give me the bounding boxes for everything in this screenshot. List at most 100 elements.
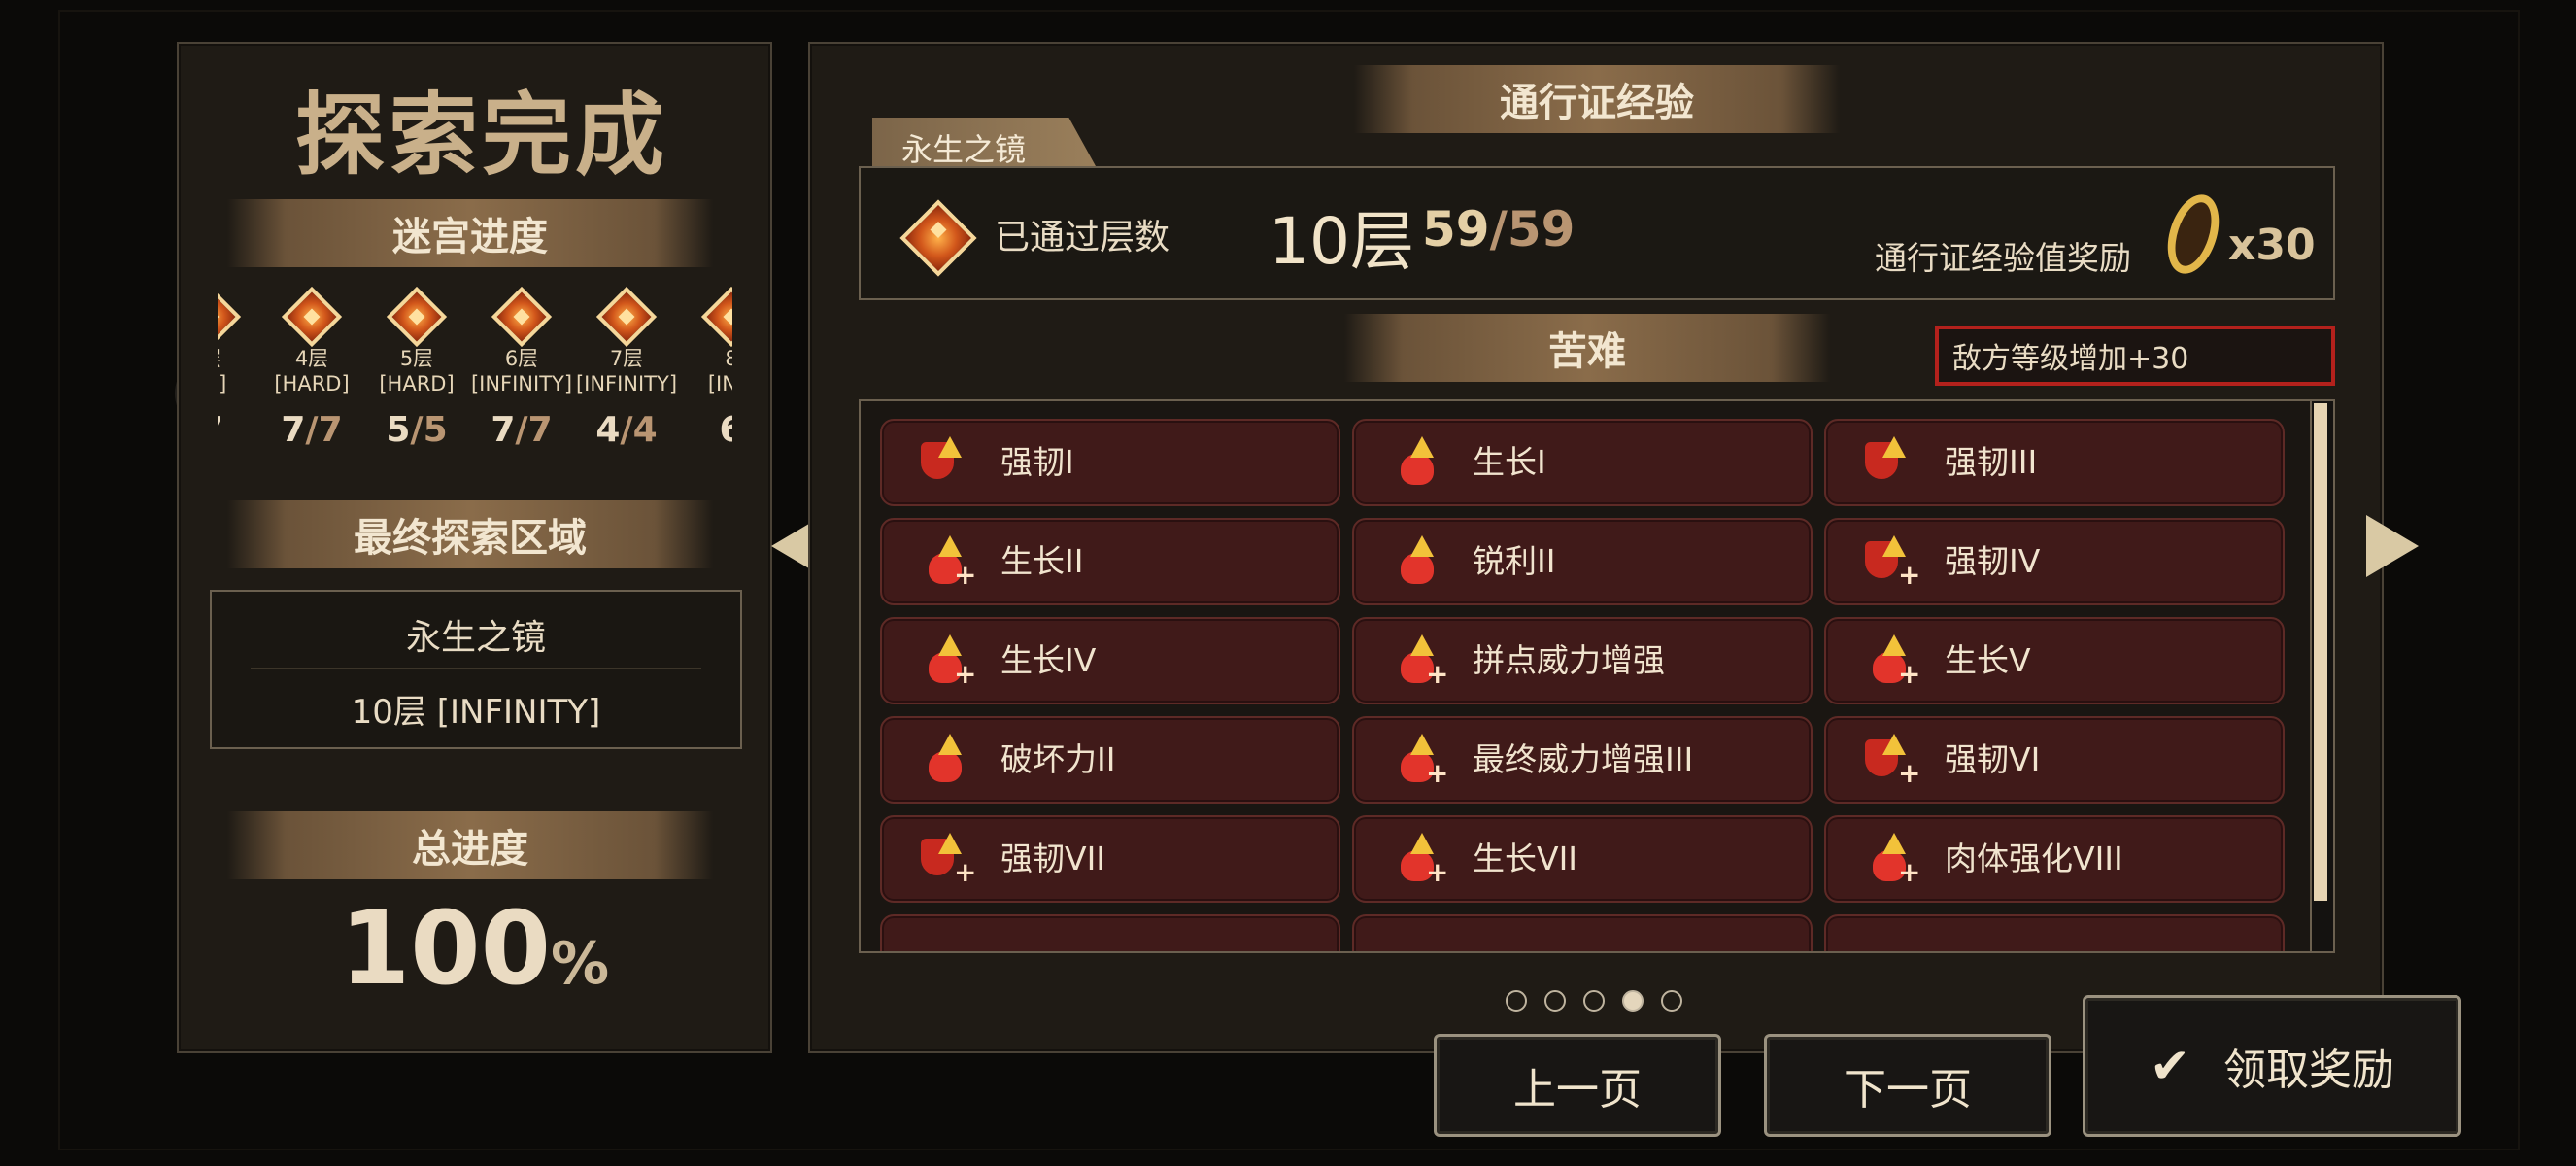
floor-item: 4层 [HARD] 7/7 [258,282,365,450]
hardship-label: 生长II [1000,542,1084,580]
hardship-label: 强韧VII [1000,840,1106,877]
floor-count: 7 [218,410,264,450]
floor-item: 8 [INFI 6 [678,282,732,450]
floor-diamond-icon [218,286,242,348]
floor-item: 7层 [INFINITY] 4/4 [573,282,680,450]
total-progress-value: 100% [339,889,610,1008]
next-page-button[interactable]: 下一页 [1764,1034,2051,1137]
claim-reward-button[interactable]: ✔ 领取奖励 [2083,995,2461,1137]
body-up-icon: + [1865,833,1920,886]
exploration-summary-panel: 探索完成 迷宫进度 层 [D] 7 4层 [HARD] 7/7 5层 [HARD… [177,42,772,1053]
heart-plus-icon: + [921,535,976,589]
hardship-scrollbar[interactable] [2310,399,2335,953]
hardship-label: 强韧I [1000,443,1074,481]
floors-passed-box: 已通过层数 10层 59/59 通行证经验值奖励 x30 [859,166,2335,300]
floor-item: 5层 [HARD] 5/5 [363,282,470,450]
page-dot[interactable] [1583,990,1605,1012]
shield-up-icon [1865,436,1919,489]
hardship-header: 苦难 [1344,314,1830,382]
hardship-item[interactable]: 破坏力II [880,716,1340,804]
hardship-item[interactable]: + 生长II [880,518,1340,605]
hardship-label: 破坏力II [1000,740,1116,778]
hardship-item[interactable]: + 生长V [1824,617,2285,704]
clash-up-icon: + [1393,634,1448,688]
hardship-label: 强韧VI [1945,740,2041,778]
floor-label: 6层 [INFINITY] [470,347,573,395]
floor-item: 6层 [INFINITY] 7/7 [468,282,575,450]
hardship-item[interactable]: + 强韧IV [1824,518,2285,605]
pagination [1506,990,1700,1019]
reward-multiplier: x30 [2228,221,2316,270]
prev-page-button[interactable]: 上一页 [1434,1034,1721,1137]
floor-count: 5/5 [386,410,448,450]
floor-progress-strip[interactable]: 层 [D] 7 4层 [HARD] 7/7 5层 [HARD] 5/5 6层 [… [218,282,732,515]
floor-count: 6 [719,410,732,450]
floor-count: 4/4 [595,410,658,450]
hardship-label: 强韧III [1945,443,2038,481]
enemy-level-note: 敌方等级增加+30 [1935,326,2335,386]
hardship-item[interactable]: + 生长VII [1352,815,1813,903]
hardship-label: 肉体强化VIII [1945,840,2123,877]
hardship-label: 生长V [1945,641,2031,679]
floor-item: 层 [D] 7 [218,282,264,450]
hardship-label: 强韧IV [1945,542,2041,580]
final-area-header: 最终探索区域 [227,500,713,568]
hardship-item[interactable]: + 最终威力增强III [1352,716,1813,804]
hardship-item-partial[interactable] [880,914,1340,951]
floor-label: 8 [INFI [707,347,732,395]
floor-label: 7层 [INFINITY] [575,347,678,395]
hardship-item[interactable]: 强韧I [880,419,1340,506]
floor-label: 层 [D] [218,347,227,395]
shield-plus-icon: + [921,833,976,886]
floor-label: 4层 [HARD] [274,347,350,395]
final-area-name: 永生之镜 [405,618,546,658]
pass-exp-panel: 通行证经验 永生之镜 已通过层数 10层 59/59 通行证经验值奖励 x30 … [808,42,2384,1053]
exploration-complete-title: 探索完成 [295,84,669,188]
hardship-item[interactable]: + 强韧VI [1824,716,2285,804]
hardship-label: 拼点威力增强 [1473,641,1665,679]
hardship-item[interactable]: + 肉体强化VIII [1824,815,2285,903]
floor-tab: 永生之镜 [872,118,1096,166]
hardship-label: 生长VII [1473,840,1578,877]
hardship-item-partial[interactable] [1824,914,2285,951]
hardship-item[interactable]: + 拼点威力增强 [1352,617,1813,704]
power-up-icon: + [1393,734,1448,787]
hardship-label: 生长IV [1000,641,1097,679]
floors-passed-label: 已通过层数 [995,218,1170,257]
hardship-label: 锐利II [1473,542,1556,580]
hardship-label: 生长I [1473,443,1546,481]
page-dot[interactable] [1661,990,1682,1012]
page-dot-active[interactable] [1622,990,1644,1012]
page-dot[interactable] [1544,990,1566,1012]
hardship-item-partial[interactable] [1352,914,1813,951]
scrollbar-thumb[interactable] [2314,403,2327,901]
hardship-item[interactable]: + 强韧VII [880,815,1340,903]
page-dot[interactable] [1506,990,1527,1012]
maze-progress-header: 迷宫进度 [227,199,713,267]
hardship-item[interactable]: 生长I [1352,419,1813,506]
hardship-list[interactable]: 强韧I 生长I 强韧III + 生长II 锐利II + 强韧IV + 生长IV + 拼点威力增强 + 生长… [859,399,2316,953]
reward-label: 通行证经验值奖励 [1875,239,2131,277]
floor-diamond-icon [595,286,658,348]
break-up-icon [921,734,975,786]
heart-plus-icon: + [1865,634,1920,688]
hardship-item[interactable]: 锐利II [1352,518,1813,605]
pass-token-icon [2158,188,2228,281]
hardship-item[interactable]: + 生长IV [880,617,1340,704]
floor-count: 7/7 [491,410,553,450]
claim-reward-label: 领取奖励 [2222,1046,2394,1095]
shield-up-icon [921,436,975,489]
heart-plus-icon: + [921,634,976,688]
shield-plus-icon: + [1865,734,1920,787]
next-arrow-icon[interactable] [2366,515,2419,577]
floor-diamond-icon [899,199,977,277]
blade-up-icon [1393,535,1447,588]
hardship-item[interactable]: 强韧III [1824,419,2285,506]
floors-passed-value: 10层 [1269,204,1414,279]
check-icon: ✔ [2150,1038,2190,1094]
floor-count: 7/7 [281,410,343,450]
floor-label: 5层 [HARD] [379,347,455,395]
heart-up-icon [1393,436,1447,489]
floor-diamond-icon [281,286,343,348]
floor-diamond-icon [491,286,553,348]
